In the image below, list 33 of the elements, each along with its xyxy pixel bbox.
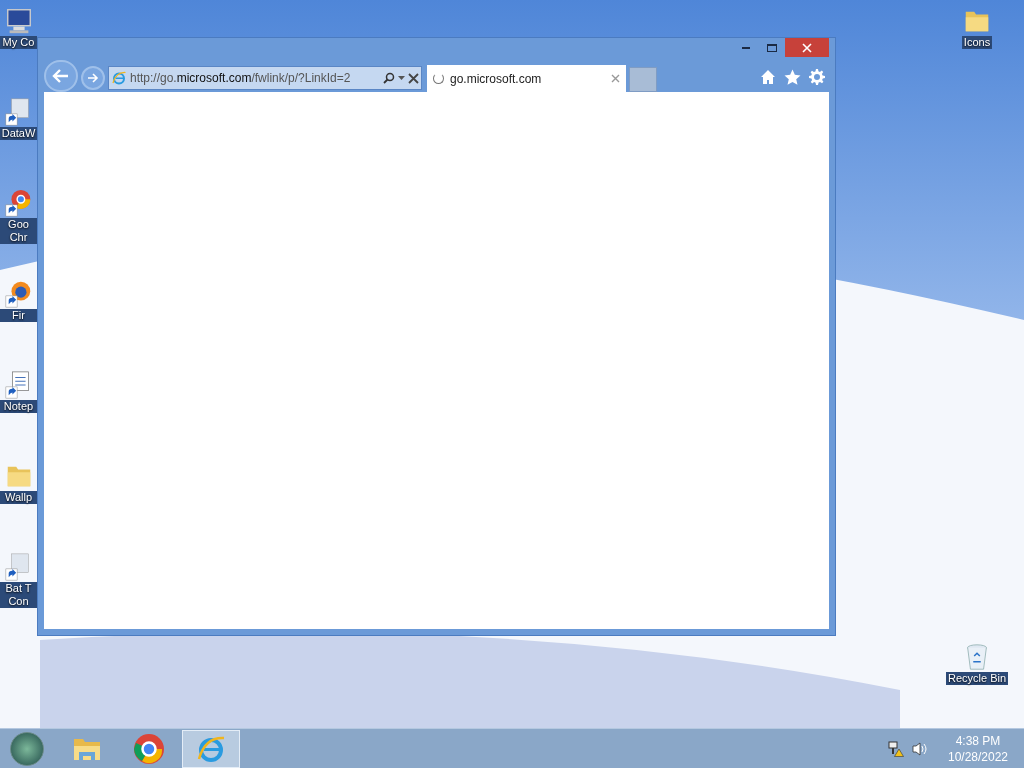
- search-icon[interactable]: [383, 72, 395, 84]
- maximize-icon: [767, 44, 777, 52]
- back-button[interactable]: [44, 60, 78, 92]
- icon-label[interactable]: My Co: [0, 36, 37, 49]
- forward-arrow-icon: [87, 73, 99, 83]
- home-icon[interactable]: [760, 69, 776, 85]
- icon-label[interactable]: Icons: [961, 36, 993, 49]
- close-tab-icon[interactable]: [611, 74, 620, 83]
- tab-title: go.microsoft.com: [450, 70, 543, 88]
- back-arrow-icon: [52, 68, 70, 84]
- new-tab-button[interactable]: [629, 67, 657, 92]
- address-text: http://go.microsoft.com/fwlink/p/?LinkId=2: [130, 70, 352, 87]
- star-icon[interactable]: [784, 68, 801, 86]
- close-icon: [802, 42, 812, 53]
- forward-button[interactable]: [81, 66, 105, 90]
- network-warning-icon[interactable]: [888, 740, 904, 757]
- dropdown-caret-icon[interactable]: [398, 76, 405, 80]
- close-button[interactable]: [785, 38, 829, 57]
- start-orb-icon: [10, 731, 44, 766]
- icon-label[interactable]: Fir: [0, 309, 37, 322]
- address-bar[interactable]: http://go.microsoft.com/fwlink/p/?LinkId=2: [108, 66, 422, 90]
- icon-label[interactable]: Goo Chr: [0, 218, 37, 244]
- speaker-icon[interactable]: [912, 740, 928, 757]
- taskbar-app-button[interactable]: [182, 729, 240, 768]
- icon-label[interactable]: Notep: [0, 400, 37, 413]
- icon-label[interactable]: Bat T Con: [0, 582, 37, 608]
- icon-label[interactable]: Wallp: [0, 491, 37, 504]
- icon-label[interactable]: Recycle Bin: [945, 672, 1009, 685]
- icon-label[interactable]: DataW: [0, 127, 37, 140]
- minimize-icon: [742, 47, 750, 49]
- browser-tab[interactable]: go.microsoft.com: [427, 65, 626, 92]
- stop-icon[interactable]: [408, 72, 419, 84]
- settings-icon[interactable]: [809, 69, 825, 85]
